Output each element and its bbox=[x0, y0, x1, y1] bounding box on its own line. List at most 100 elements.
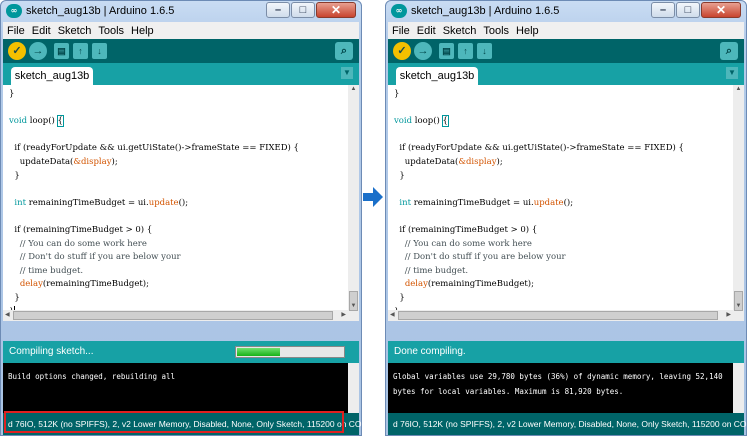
serial-monitor-icon[interactable]: ⌕ bbox=[720, 42, 738, 60]
console-scrollbar[interactable] bbox=[733, 363, 744, 413]
code-token: &display bbox=[458, 156, 497, 167]
scroll-down-icon[interactable]: ▼ bbox=[348, 303, 359, 309]
arduino-logo-icon: ∞ bbox=[6, 4, 22, 18]
verify-icon[interactable]: ✓ bbox=[8, 42, 26, 60]
upload-icon[interactable]: → bbox=[414, 42, 432, 60]
code-token: // Don't do stuff if you are below your bbox=[9, 252, 181, 263]
code-token: update bbox=[533, 197, 564, 208]
code-line: if (remainingTimeBudget > 0) { bbox=[394, 224, 732, 238]
menu-sketch[interactable]: Sketch bbox=[58, 25, 92, 37]
code-text: } void loop() { if (readyForUpdate && ui… bbox=[394, 88, 732, 319]
board-info: d 76IO, 512K (no SPIFFS), 2, v2 Lower Me… bbox=[393, 419, 747, 429]
code-token: ); bbox=[111, 156, 118, 167]
menu-tools[interactable]: Tools bbox=[483, 25, 509, 37]
new-icon[interactable]: ▤ bbox=[439, 43, 454, 59]
serial-monitor-icon[interactable]: ⌕ bbox=[335, 42, 353, 60]
code-token: if (readyForUpdate && ui.getUiState()->f… bbox=[394, 143, 684, 154]
status-bar: Compiling sketch... bbox=[3, 341, 359, 363]
status-message: Done compiling. bbox=[394, 346, 466, 357]
code-token: remainingTimeBudget = ui. bbox=[26, 197, 149, 208]
upload-icon[interactable]: → bbox=[29, 42, 47, 60]
code-token: } bbox=[9, 292, 20, 303]
save-icon[interactable]: ↓ bbox=[92, 43, 107, 59]
minimize-icon: – bbox=[274, 4, 282, 16]
code-token: { bbox=[441, 115, 450, 128]
new-icon[interactable]: ▤ bbox=[54, 43, 69, 59]
code-editor[interactable]: } void loop() { if (readyForUpdate && ui… bbox=[388, 85, 744, 321]
ide-window-compiling: ∞ sketch_aug13b | Arduino 1.6.5 – □ ✕ Fi… bbox=[0, 0, 378, 436]
editor-vertical-scrollbar[interactable]: ▲ ▼ bbox=[733, 85, 744, 321]
maximize-button[interactable]: □ bbox=[676, 2, 700, 18]
menu-edit[interactable]: Edit bbox=[32, 25, 51, 37]
close-button[interactable]: ✕ bbox=[316, 2, 356, 18]
menu-help[interactable]: Help bbox=[516, 25, 539, 37]
menu-edit[interactable]: Edit bbox=[417, 25, 436, 37]
code-token: void bbox=[394, 116, 413, 127]
code-line: // time budget. bbox=[394, 265, 732, 279]
console-line: bytes for local variables. Maximum is 81… bbox=[393, 387, 624, 396]
scroll-right-icon[interactable]: ▶ bbox=[341, 310, 346, 321]
code-line: // You can do some work here bbox=[9, 238, 347, 252]
code-token: if (remainingTimeBudget > 0) { bbox=[394, 224, 538, 235]
menu-file[interactable]: File bbox=[392, 25, 410, 37]
close-button[interactable]: ✕ bbox=[701, 2, 741, 18]
code-token: () bbox=[48, 116, 58, 127]
code-line: if (readyForUpdate && ui.getUiState()->f… bbox=[394, 142, 732, 156]
code-line: if (readyForUpdate && ui.getUiState()->f… bbox=[9, 142, 347, 156]
code-line: // You can do some work here bbox=[394, 238, 732, 252]
code-token: } bbox=[394, 170, 405, 181]
title-bar[interactable]: ∞ sketch_aug13b | Arduino 1.6.5 – □ ✕ bbox=[1, 1, 361, 22]
verify-icon[interactable]: ✓ bbox=[393, 42, 411, 60]
scroll-up-icon[interactable]: ▲ bbox=[733, 86, 744, 92]
scrollbar-thumb[interactable] bbox=[398, 311, 718, 320]
open-icon[interactable]: ↑ bbox=[73, 43, 88, 59]
scrollbar-thumb[interactable] bbox=[13, 311, 333, 320]
code-token: updateData( bbox=[394, 156, 459, 167]
console-output[interactable]: Global variables use 29,780 bytes (36%) … bbox=[388, 363, 744, 413]
code-line: } bbox=[394, 88, 732, 102]
maximize-button[interactable]: □ bbox=[291, 2, 315, 18]
tab-sketch[interactable]: sketch_aug13b bbox=[396, 67, 478, 85]
code-token: loop bbox=[412, 116, 434, 127]
maximize-icon: □ bbox=[299, 4, 307, 16]
tab-menu-icon[interactable]: ▼ bbox=[726, 67, 738, 79]
scroll-down-icon[interactable]: ▼ bbox=[733, 303, 744, 309]
menu-tools[interactable]: Tools bbox=[98, 25, 124, 37]
minimize-button[interactable]: – bbox=[266, 2, 290, 18]
code-token: delay bbox=[19, 279, 43, 290]
menu-sketch[interactable]: Sketch bbox=[443, 25, 477, 37]
code-line: delay(remainingTimeBudget); bbox=[9, 278, 347, 292]
scroll-left-icon[interactable]: ◀ bbox=[390, 310, 395, 321]
code-token: // You can do some work here bbox=[394, 238, 532, 249]
editor-horizontal-scrollbar[interactable]: ◀ ▶ bbox=[388, 310, 733, 321]
scroll-up-icon[interactable]: ▲ bbox=[348, 86, 359, 92]
tab-sketch[interactable]: sketch_aug13b bbox=[11, 67, 93, 85]
code-editor[interactable]: } void loop() { if (readyForUpdate && ui… bbox=[3, 85, 359, 321]
code-line: int remainingTimeBudget = ui.update(); bbox=[9, 197, 347, 211]
code-token: updateData( bbox=[9, 156, 74, 167]
title-bar[interactable]: ∞ sketch_aug13b | Arduino 1.6.5 – □ ✕ bbox=[386, 1, 746, 22]
console-output[interactable]: Build options changed, rebuilding all bbox=[3, 363, 359, 413]
scroll-right-icon[interactable]: ▶ bbox=[726, 310, 731, 321]
editor-horizontal-scrollbar[interactable]: ◀ ▶ bbox=[3, 310, 348, 321]
code-token: } bbox=[9, 89, 15, 99]
save-icon[interactable]: ↓ bbox=[477, 43, 492, 59]
code-line: delay(remainingTimeBudget); bbox=[394, 278, 732, 292]
minimize-button[interactable]: – bbox=[651, 2, 675, 18]
editor-vertical-scrollbar[interactable]: ▲ ▼ bbox=[348, 85, 359, 321]
menu-help[interactable]: Help bbox=[131, 25, 154, 37]
console-scrollbar[interactable] bbox=[348, 363, 359, 413]
code-line: updateData(&display); bbox=[9, 156, 347, 170]
code-token: (remainingTimeBudget); bbox=[427, 279, 534, 290]
close-icon: ✕ bbox=[715, 3, 727, 17]
open-icon[interactable]: ↑ bbox=[458, 43, 473, 59]
console-text: Global variables use 29,780 bytes (36%) … bbox=[393, 369, 730, 399]
tab-menu-icon[interactable]: ▼ bbox=[341, 67, 353, 79]
menu-file[interactable]: File bbox=[7, 25, 25, 37]
scroll-left-icon[interactable]: ◀ bbox=[5, 310, 10, 321]
code-line: if (remainingTimeBudget > 0) { bbox=[9, 224, 347, 238]
